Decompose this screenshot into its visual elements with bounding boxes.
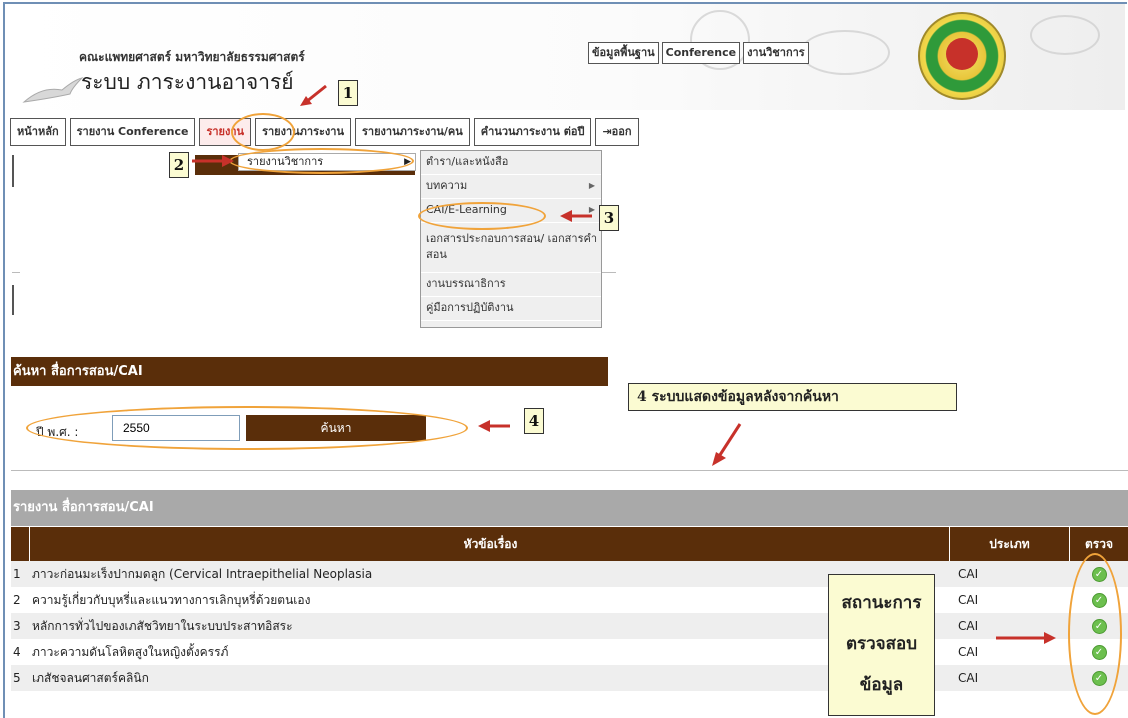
- col-type: ประเภท: [950, 527, 1070, 561]
- menu-calc-workload[interactable]: คำนวนภาระงาน ต่อปี: [473, 118, 592, 146]
- col-title: หัวข้อเรื่อง: [30, 527, 950, 561]
- faculty-name: คณะแพทยศาสตร์ มหาวิทยาลัยธรรมศาสตร์: [79, 50, 305, 64]
- red-arrow-icon: [478, 420, 510, 432]
- annotation-step-1: 1: [338, 80, 358, 106]
- divider: [600, 272, 616, 273]
- red-arrow-icon: [712, 423, 742, 466]
- divider: [12, 155, 14, 187]
- dropdown-item-textbook[interactable]: ตำรา/และหนังสือ: [421, 151, 601, 175]
- red-arrow-icon: [560, 210, 592, 222]
- highlight-oval-check: [1068, 553, 1122, 715]
- menu-workload-per-person[interactable]: รายงานภาระงาน/คน: [354, 118, 470, 146]
- emblem-center: [946, 38, 978, 70]
- table-row: 5 เภสัชจลนศาสตร์คลินิก CAI ✓: [11, 665, 1128, 691]
- dropdown-item-manual[interactable]: คู่มือการปฏิบัติงาน: [421, 297, 601, 321]
- decorative-swirl-icon: [800, 30, 890, 75]
- table-row: 2 ความรู้เกี่ยวกับบุหรี่และแนวทางการเลิก…: [11, 587, 1128, 613]
- highlight-oval-report: [231, 113, 295, 151]
- decorative-swirl-icon: [1030, 15, 1100, 55]
- top-link-basic-data[interactable]: ข้อมูลพื้นฐาน: [588, 42, 659, 64]
- bird-logo-icon: [22, 77, 84, 103]
- highlight-oval-academic: [229, 148, 414, 174]
- table-header: หัวข้อเรื่อง ประเภท ตรวจ: [11, 527, 1128, 561]
- highlight-oval-search: [26, 406, 468, 450]
- table-row: 3 หลักการทั่วไปของเภสัชวิทยาในระบบประสาท…: [11, 613, 1128, 639]
- top-link-conference[interactable]: Conference: [661, 42, 741, 64]
- dropdown-item-article[interactable]: บทความ ▶: [421, 175, 601, 199]
- menu-home[interactable]: หน้าหลัก: [10, 118, 66, 146]
- report-section-title: รายงาน สื่อการสอน/CAI: [11, 490, 1128, 526]
- report-table: หัวข้อเรื่อง ประเภท ตรวจ 1 ภาวะก่อนมะเร็…: [11, 527, 1128, 691]
- red-arrow-icon: [300, 84, 327, 106]
- annotation-step-2: 2: [169, 152, 189, 178]
- divider: [11, 470, 1128, 471]
- col-number: [11, 527, 30, 561]
- divider: [12, 285, 14, 315]
- top-link-academic[interactable]: งานวิชาการ: [743, 42, 809, 64]
- highlight-oval-cai: [418, 202, 546, 230]
- system-title: ระบบ ภาระงานอาจารย์: [81, 70, 294, 94]
- annotation-status: สถานะการ ตรวจสอบ ข้อมูล: [828, 574, 935, 716]
- menu-conference-report[interactable]: รายงาน Conference: [69, 118, 196, 146]
- dropdown-item-editorial[interactable]: งานบรรณาธิการ: [421, 273, 601, 297]
- search-section-title: ค้นหา สื่อการสอน/CAI: [11, 357, 608, 386]
- table-row: 4 ภาวะความดันโลหิตสูงในหญิงตั้งครรภ์ CAI…: [11, 639, 1128, 665]
- top-links: ข้อมูลพื้นฐาน Conference งานวิชาการ: [588, 42, 812, 64]
- exit-icon: ⇥: [602, 125, 612, 138]
- annotation-step-4: 4: [524, 408, 544, 434]
- divider: [12, 272, 20, 273]
- red-arrow-icon: [192, 155, 234, 167]
- chevron-right-icon: ▶: [588, 181, 595, 190]
- dropdown-item-teaching-docs[interactable]: เอกสารประกอบการสอน/ เอกสารคำสอน: [421, 223, 601, 273]
- annotation-step-3: 3: [599, 205, 619, 231]
- table-row: 1 ภาวะก่อนมะเร็งปากมดลูก (Cervical Intra…: [11, 561, 1128, 587]
- main-menu: หน้าหลัก รายงาน Conference รายงาน รายงาน…: [10, 118, 643, 146]
- report-dropdown: ตำรา/และหนังสือ บทความ ▶ CAI/E-Learning ▶ …: [420, 150, 602, 328]
- menu-logout[interactable]: ⇥ออก: [595, 118, 639, 146]
- annotation-search-result: 4 ระบบแสดงข้อมูลหลังจากค้นหา: [628, 383, 957, 411]
- red-arrow-icon: [996, 632, 1056, 644]
